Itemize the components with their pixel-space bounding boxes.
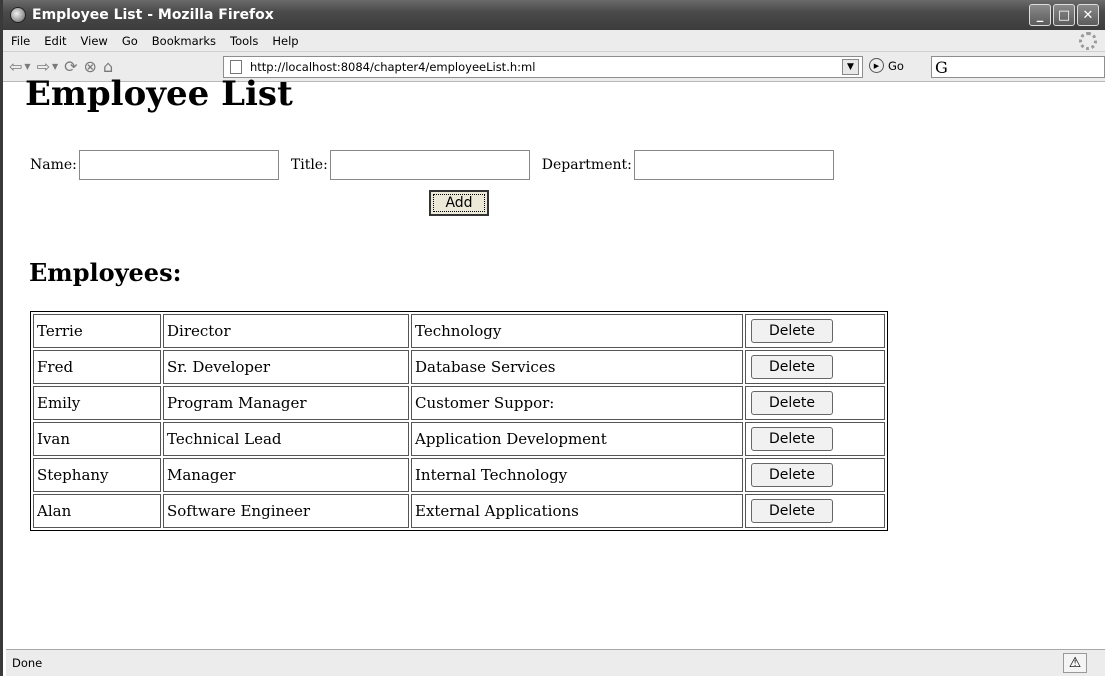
delete-cell: Delete bbox=[745, 458, 885, 492]
name-label: Name: bbox=[30, 157, 77, 173]
table-row: Stephany Manager Internal Technology Del… bbox=[33, 458, 885, 492]
employee-department: External Applications bbox=[411, 494, 743, 528]
employee-department: Customer Suppor: bbox=[411, 386, 743, 420]
address-bar[interactable]: http://localhost:8084/chapter4/employeeL… bbox=[223, 56, 863, 78]
browser-window: Employee List - Mozilla Firefox _ □ ✕ Fi… bbox=[0, 0, 1105, 676]
delete-button[interactable]: Delete bbox=[751, 355, 833, 379]
employee-name: Fred bbox=[33, 350, 161, 384]
employee-name: Stephany bbox=[33, 458, 161, 492]
delete-button[interactable]: Delete bbox=[751, 463, 833, 487]
title-input[interactable] bbox=[329, 150, 530, 180]
employee-department: Technology bbox=[411, 314, 743, 348]
table-row: Alan Software Engineer External Applicat… bbox=[33, 494, 885, 528]
back-arrow-icon[interactable]: ⇦ bbox=[9, 57, 22, 76]
employee-title: Program Manager bbox=[163, 386, 409, 420]
back-dropdown-icon[interactable]: ▼ bbox=[24, 62, 30, 71]
employee-department: Application Development bbox=[411, 422, 743, 456]
employee-department: Internal Technology bbox=[411, 458, 743, 492]
delete-cell: Delete bbox=[745, 422, 885, 456]
delete-button[interactable]: Delete bbox=[751, 499, 833, 523]
go-button[interactable]: ▶ Go bbox=[869, 58, 904, 73]
warning-icon[interactable]: ⚠ bbox=[1063, 653, 1087, 673]
title-bar: Employee List - Mozilla Firefox _ □ ✕ bbox=[3, 0, 1105, 30]
status-bar: Done ⚠ bbox=[6, 649, 1105, 676]
menu-tools[interactable]: Tools bbox=[230, 34, 258, 48]
url-dropdown-icon[interactable]: ▼ bbox=[842, 59, 859, 75]
table-row: Fred Sr. Developer Database Services Del… bbox=[33, 350, 885, 384]
delete-cell: Delete bbox=[745, 386, 885, 420]
google-search-icon[interactable]: G bbox=[935, 58, 948, 77]
employee-title: Sr. Developer bbox=[163, 350, 409, 384]
employee-name: Emily bbox=[33, 386, 161, 420]
delete-button[interactable]: Delete bbox=[751, 391, 833, 415]
delete-button[interactable]: Delete bbox=[751, 319, 833, 343]
go-label: Go bbox=[888, 58, 904, 73]
employee-title: Technical Lead bbox=[163, 422, 409, 456]
throbber-icon bbox=[1079, 32, 1097, 50]
employees-heading: Employees: bbox=[29, 258, 182, 287]
menu-bar: File Edit View Go Bookmarks Tools Help bbox=[3, 30, 1105, 52]
name-input[interactable] bbox=[78, 150, 279, 180]
forward-dropdown-icon[interactable]: ▼ bbox=[52, 62, 58, 71]
employee-title: Manager bbox=[163, 458, 409, 492]
delete-cell: Delete bbox=[745, 350, 885, 384]
menu-view[interactable]: View bbox=[81, 34, 108, 48]
employee-name: Ivan bbox=[33, 422, 161, 456]
table-row: Emily Program Manager Customer Suppor: D… bbox=[33, 386, 885, 420]
menu-file[interactable]: File bbox=[11, 34, 30, 48]
title-label: Title: bbox=[290, 157, 328, 173]
employee-name: Alan bbox=[33, 494, 161, 528]
go-arrow-icon: ▶ bbox=[869, 58, 884, 73]
url-text: http://localhost:8084/chapter4/employeeL… bbox=[250, 60, 536, 74]
add-button[interactable]: Add bbox=[429, 190, 489, 216]
delete-cell: Delete bbox=[745, 314, 885, 348]
menu-edit[interactable]: Edit bbox=[44, 34, 66, 48]
employee-name: Terrie bbox=[33, 314, 161, 348]
maximize-button[interactable]: □ bbox=[1053, 4, 1075, 26]
department-input[interactable] bbox=[633, 150, 834, 180]
window-title: Employee List - Mozilla Firefox bbox=[32, 7, 274, 23]
employee-department: Database Services bbox=[411, 350, 743, 384]
department-label: Department: bbox=[541, 157, 632, 173]
status-text: Done bbox=[12, 656, 43, 670]
firefox-icon bbox=[10, 7, 26, 23]
table-row: Terrie Director Technology Delete bbox=[33, 314, 885, 348]
minimize-button[interactable]: _ bbox=[1029, 4, 1051, 26]
menu-bookmarks[interactable]: Bookmarks bbox=[152, 34, 216, 48]
employee-table: Terrie Director Technology Delete Fred S… bbox=[30, 311, 888, 531]
menu-help[interactable]: Help bbox=[272, 34, 298, 48]
page-icon bbox=[230, 60, 242, 74]
close-button[interactable]: ✕ bbox=[1077, 4, 1099, 26]
menu-go[interactable]: Go bbox=[122, 34, 138, 48]
window-controls: _ □ ✕ bbox=[1029, 4, 1099, 26]
delete-cell: Delete bbox=[745, 494, 885, 528]
add-employee-form: Name: Title: Department: bbox=[30, 150, 846, 180]
search-bar[interactable]: G bbox=[931, 56, 1105, 78]
delete-button[interactable]: Delete bbox=[751, 427, 833, 451]
employee-title: Software Engineer bbox=[163, 494, 409, 528]
page-title: Employee List bbox=[25, 74, 293, 114]
employee-title: Director bbox=[163, 314, 409, 348]
table-row: Ivan Technical Lead Application Developm… bbox=[33, 422, 885, 456]
